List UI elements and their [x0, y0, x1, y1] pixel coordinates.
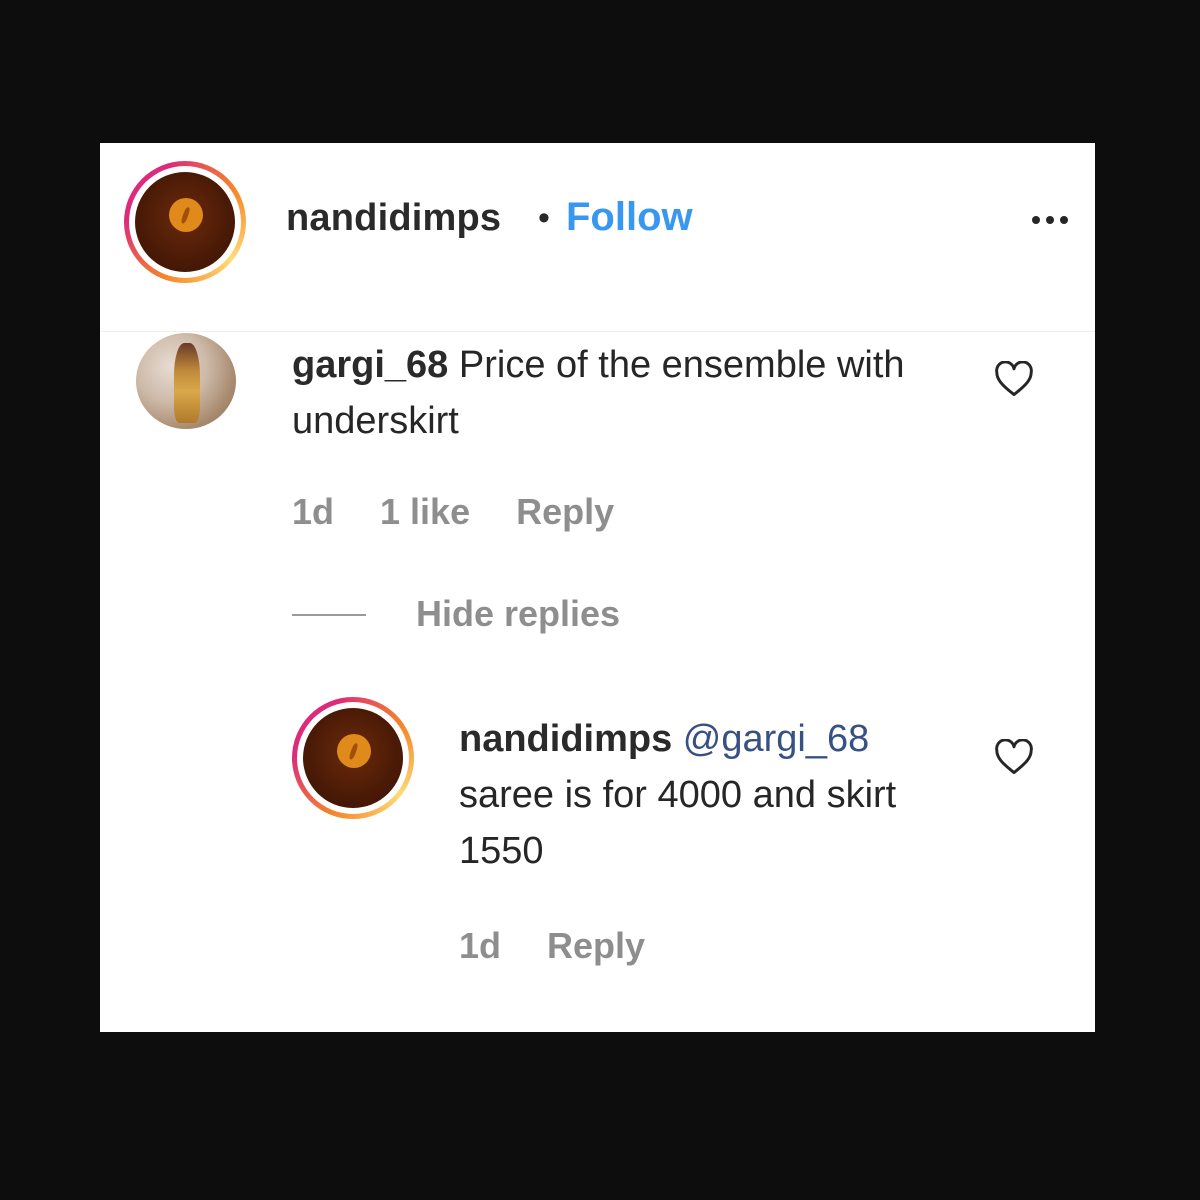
follow-button[interactable]: Follow: [566, 195, 693, 240]
reply-reply-button[interactable]: Reply: [547, 925, 645, 966]
reply-time: 1d: [459, 925, 502, 966]
reply-story-ring[interactable]: [292, 697, 414, 819]
commenter-avatar[interactable]: [136, 333, 236, 429]
comment-time: 1d: [292, 491, 335, 532]
comment-likes[interactable]: 1 like: [380, 491, 470, 532]
reply-logo-icon: [337, 734, 371, 768]
hide-replies-button[interactable]: Hide replies: [416, 593, 620, 635]
comment-meta: 1d 1 like Reply: [292, 491, 650, 533]
comment-username[interactable]: gargi_68: [292, 344, 448, 386]
reply-avatar: [303, 708, 403, 808]
reply-body: nandidimps @gargi_68 saree is for 4000 a…: [459, 711, 939, 879]
reply-like-heart-icon[interactable]: [994, 739, 1034, 775]
story-ring[interactable]: [124, 161, 246, 283]
reply-text: saree is for 4000 and skirt 1550: [459, 774, 897, 872]
more-options-icon[interactable]: [1020, 205, 1080, 235]
profile-avatar: [135, 172, 235, 272]
replies-divider: [292, 614, 366, 616]
comment-body: gargi_68 Price of the ensemble with unde…: [292, 337, 912, 449]
comment-card: nandidimps • Follow gargi_68 Price of th…: [100, 143, 1095, 1032]
like-heart-icon[interactable]: [994, 361, 1034, 397]
separator-dot: •: [538, 199, 550, 237]
header-username[interactable]: nandidimps: [286, 197, 501, 240]
logo-icon: [169, 198, 203, 232]
reply-mention[interactable]: @gargi_68: [683, 718, 869, 760]
reply-username[interactable]: nandidimps: [459, 718, 672, 760]
reply-meta: 1d Reply: [459, 925, 681, 967]
comment-reply-button[interactable]: Reply: [516, 491, 614, 532]
post-header: nandidimps • Follow: [100, 143, 1095, 332]
